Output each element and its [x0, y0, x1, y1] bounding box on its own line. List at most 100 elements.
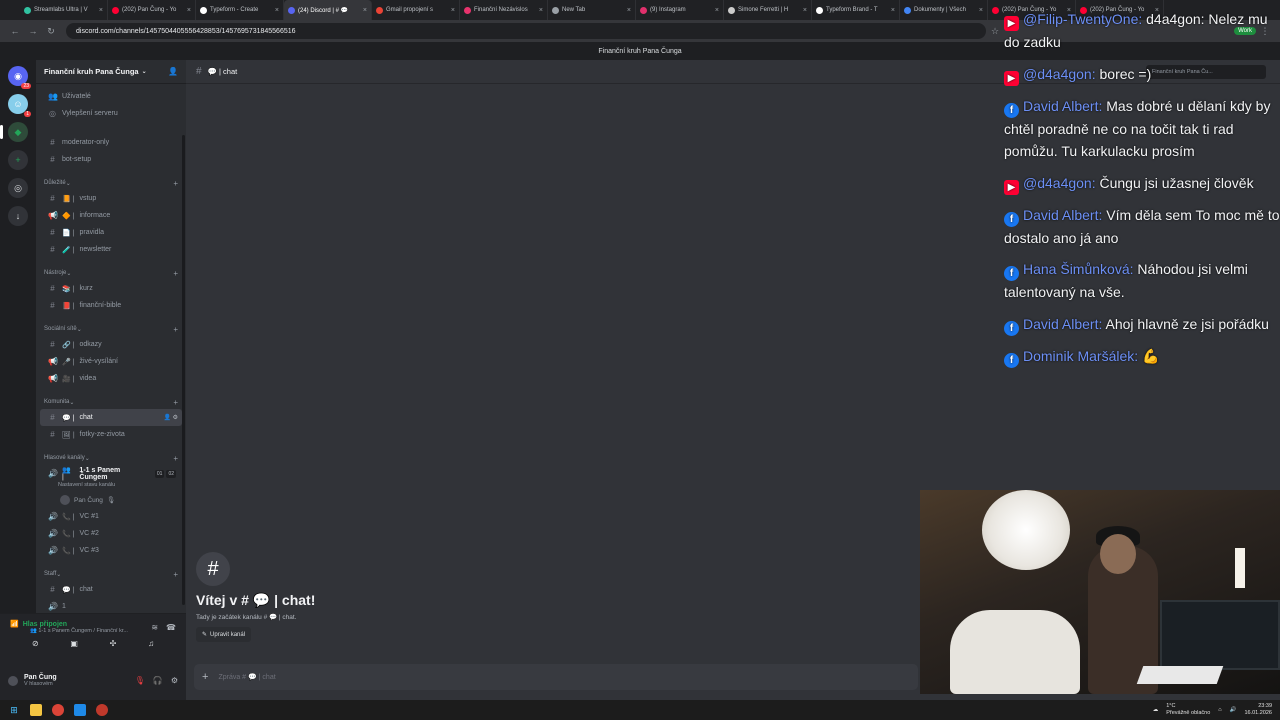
- download-icon[interactable]: ↓: [8, 206, 28, 226]
- invite-icon[interactable]: 👤: [168, 67, 178, 76]
- voice-channel[interactable]: 🔊 📞 | VC #3: [40, 542, 182, 559]
- forward-icon[interactable]: →: [24, 26, 42, 36]
- bookmark-star-icon[interactable]: ☆: [986, 26, 1004, 37]
- sidebar-item-0[interactable]: 👥 Uživatelé: [40, 88, 182, 105]
- server-icon-selected[interactable]: ◆: [0, 122, 28, 142]
- channel-fotky-ze-zivota[interactable]: # 🖼 | fotky-ze-zivota: [40, 426, 182, 443]
- browser-tab[interactable]: Finanční Nezávislos ×: [460, 0, 548, 20]
- tab-close-icon[interactable]: ×: [715, 7, 719, 14]
- sidebar-scrollbar[interactable]: [182, 135, 185, 605]
- network-icon[interactable]: ⌂: [1218, 707, 1221, 713]
- screen-share-icon[interactable]: ▣: [70, 639, 78, 648]
- voice-channel[interactable]: 🔊 📞 | VC #1: [40, 508, 182, 525]
- channel-chat[interactable]: # 💬 | chat: [40, 581, 182, 598]
- activities-icon[interactable]: ✣: [110, 639, 117, 648]
- channel-kurz[interactable]: # 📚 | kurz: [40, 280, 182, 297]
- tab-close-icon[interactable]: ×: [99, 7, 103, 14]
- category-header[interactable]: Hlasové kanály ⌄ +: [36, 451, 186, 465]
- add-channel-icon[interactable]: +: [173, 398, 178, 407]
- chrome-icon[interactable]: [52, 704, 64, 716]
- voice-channel-main[interactable]: 🔊 👥 | 1-1 s Panem Čungem 01 02: [40, 465, 182, 482]
- photos-icon[interactable]: [74, 704, 86, 716]
- channel-informace[interactable]: 📢 🔶 | informace: [40, 207, 182, 224]
- tab-close-icon[interactable]: ×: [187, 7, 191, 14]
- soundboard-icon[interactable]: ♫: [148, 639, 154, 648]
- avatar[interactable]: [8, 675, 18, 686]
- add-server-icon[interactable]: +: [8, 150, 28, 170]
- channel-settings-icon[interactable]: 👤 ⚙: [163, 414, 178, 421]
- reload-icon[interactable]: ↻: [42, 26, 60, 37]
- channel-bot-setup[interactable]: # bot-setup: [40, 151, 182, 168]
- weather[interactable]: 1°C Převážně oblačno: [1166, 703, 1210, 717]
- category-header[interactable]: Nástroje ⌄ +: [36, 266, 186, 280]
- category-header[interactable]: Komunita ⌄ +: [36, 395, 186, 409]
- clock[interactable]: 23:39 16.01.2026: [1244, 703, 1272, 717]
- add-channel-icon[interactable]: +: [173, 179, 178, 188]
- tab-close-icon[interactable]: ×: [803, 7, 807, 14]
- category-header[interactable]: Sociální sítě ⌄ +: [36, 322, 186, 336]
- voice-channel-status[interactable]: Nastavení stavu kanálu: [36, 482, 186, 492]
- channel-vstup[interactable]: # 📙 | vstup: [40, 190, 182, 207]
- channel-živé-vysílání[interactable]: 📢 🎤 | živé-vysílání: [40, 353, 182, 370]
- channel-chat[interactable]: # 💬 | chat 👤 ⚙: [40, 409, 182, 426]
- tab-close-icon[interactable]: ×: [363, 7, 367, 14]
- browser-tab[interactable]: New Tab ×: [548, 0, 636, 20]
- volume-icon[interactable]: 🔊: [1230, 707, 1237, 713]
- channel-pravidla[interactable]: # 📄 | pravidla: [40, 224, 182, 241]
- hash-icon: #: [50, 585, 55, 594]
- browser-tab[interactable]: Dokumenty | Všech ×: [900, 0, 988, 20]
- browser-tab[interactable]: (24) Discord | # 💬 ×: [284, 0, 372, 20]
- tab-close-icon[interactable]: ×: [891, 7, 895, 14]
- edit-channel-button[interactable]: ✎ Upravit kanál: [196, 627, 252, 642]
- voice-channel[interactable]: 🔊 📞 | VC #2: [40, 525, 182, 542]
- channel-1[interactable]: 🔊 1: [40, 598, 182, 613]
- mute-icon[interactable]: 🎙: [135, 676, 145, 685]
- chrome-profile-icon[interactable]: [96, 704, 108, 716]
- channel-emoji-icon: 📕 |: [62, 302, 75, 310]
- tab-close-icon[interactable]: ×: [275, 7, 279, 14]
- add-channel-icon[interactable]: +: [173, 570, 178, 579]
- channel-videa[interactable]: 📢 🎥 | videa: [40, 370, 182, 387]
- browser-tab[interactable]: (9) Instagram ×: [636, 0, 724, 20]
- message-composer[interactable]: + Zpráva # 💬 | chat: [194, 664, 918, 690]
- sidebar-item-1[interactable]: ◎ Vylepšení serveru: [40, 105, 182, 122]
- browser-tab[interactable]: Gmail propojení s ×: [372, 0, 460, 20]
- message-input[interactable]: Zpráva # 💬 | chat: [218, 673, 275, 681]
- user-info[interactable]: Pan Čung V hlasovém: [24, 674, 57, 687]
- camera-off-icon[interactable]: ⊘: [32, 639, 39, 648]
- browser-tab[interactable]: Simone Ferretti | H ×: [724, 0, 812, 20]
- add-channel-icon[interactable]: +: [173, 269, 178, 278]
- add-channel-icon[interactable]: +: [173, 454, 178, 463]
- tab-close-icon[interactable]: ×: [539, 7, 543, 14]
- file-explorer-icon[interactable]: [30, 704, 42, 716]
- tab-close-icon[interactable]: ×: [627, 7, 631, 14]
- browser-tab[interactable]: (202) Pan Čung - Yo ×: [108, 0, 196, 20]
- back-icon[interactable]: ←: [6, 26, 24, 36]
- browser-tab[interactable]: Typeform Brand - T ×: [812, 0, 900, 20]
- channel-moderator-only[interactable]: # moderator-only: [40, 134, 182, 151]
- server-icon[interactable]: ☺ 1: [8, 94, 31, 117]
- headphones-icon[interactable]: 🎧: [153, 676, 163, 685]
- noise-suppression-icon[interactable]: ≋: [151, 623, 158, 632]
- category-header[interactable]: Důležité ⌄ +: [36, 176, 186, 190]
- direct-messages-button[interactable]: ◉ 23: [8, 66, 31, 89]
- attach-plus-icon[interactable]: +: [202, 671, 208, 683]
- tab-close-icon[interactable]: ×: [979, 7, 983, 14]
- facebook-icon: f: [1004, 266, 1019, 281]
- settings-gear-icon[interactable]: ⚙: [171, 676, 178, 685]
- discover-icon[interactable]: ◎: [8, 178, 28, 198]
- channel-finanční-bible[interactable]: # 📕 | finanční-bible: [40, 297, 182, 314]
- tab-close-icon[interactable]: ×: [451, 7, 455, 14]
- add-channel-icon[interactable]: +: [173, 325, 178, 334]
- category-header[interactable]: Staff ⌄ +: [36, 567, 186, 581]
- disconnect-icon[interactable]: ☎: [166, 623, 176, 632]
- url-field[interactable]: discord.com/channels/1457504405556428853…: [66, 23, 986, 39]
- windows-start-icon[interactable]: ⊞: [8, 704, 20, 716]
- channel-newsletter[interactable]: # 🧪 | newsletter: [40, 241, 182, 258]
- dm-badge: 23: [21, 83, 31, 89]
- voice-member[interactable]: Pan Čung 🎙: [36, 492, 186, 508]
- browser-tab[interactable]: Typeform - Create ×: [196, 0, 284, 20]
- channel-odkazy[interactable]: # 🔗 | odkazy: [40, 336, 182, 353]
- browser-tab[interactable]: Streamlabs Ultra | V ×: [20, 0, 108, 20]
- server-header[interactable]: Finanční kruh Pana Čunga ⌄ 👤: [36, 60, 186, 84]
